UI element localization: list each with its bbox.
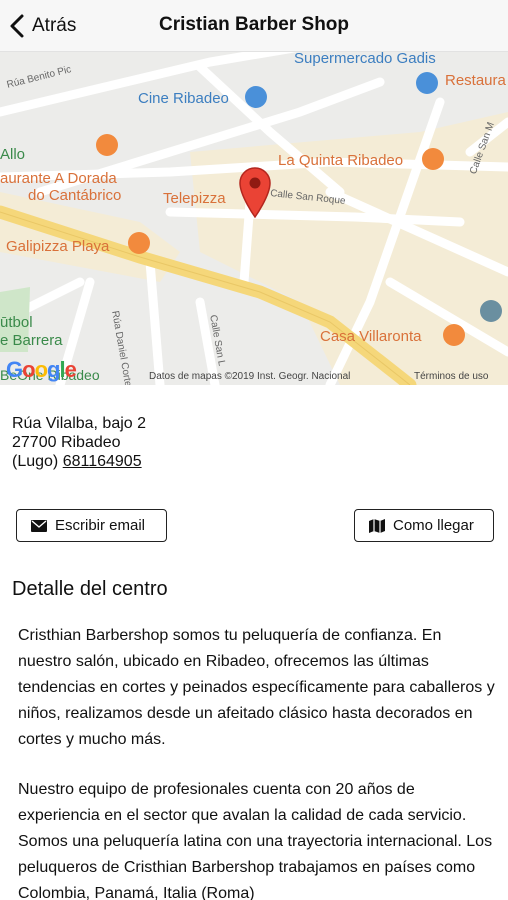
poi-label: e Barrera [0,332,63,349]
poi-label: Allo [0,146,26,163]
address-line-1: Rúa Vilalba, bajo 2 [12,415,147,432]
section-title: Detalle del centro [12,578,168,600]
phone-link[interactable]: 681164905 [63,453,142,470]
poi-label: aurante A Dorada [0,170,117,187]
map-icon [369,518,385,533]
location-pin-icon[interactable] [238,166,272,218]
restaurant-icon[interactable] [96,134,118,156]
address-line-2: 27700 Ribadeo [12,434,121,451]
envelope-icon [31,519,47,532]
directions-button[interactable]: Como llegar [354,509,494,542]
province: (Lugo) [12,453,59,470]
poi-label: Casa Villaronta [320,328,422,345]
poi-label: Supermercado Gadis [294,52,436,67]
google-logo: Google [6,357,77,382]
cinema-icon[interactable] [245,86,267,108]
address-block: Rúa Vilalba, bajo 2 27700 Ribadeo (Lugo)… [12,414,146,471]
poi-label: Cine Ribadeo [138,90,229,107]
directions-button-label: Como llegar [393,517,474,534]
poi-label: ūtbol [0,314,33,331]
poi-label: Restaura [445,72,506,89]
restaurant-icon[interactable] [128,232,150,254]
map-terms-link[interactable]: Términos de uso [414,371,488,382]
address-line-3: (Lugo) 681164905 [12,452,146,471]
poi-label: Telepizza [163,190,226,207]
map-attribution: Datos de mapas ©2019 Inst. Geogr. Nacion… [149,371,351,382]
location-map[interactable]: Rúa Benito Pic Calle San Roque Rúa Danie… [0,52,508,385]
restaurant-icon[interactable] [422,148,444,170]
poi-label: do Cantábrico [28,187,122,204]
email-button-label: Escribir email [55,517,146,534]
restaurant-icon[interactable] [443,324,465,346]
church-icon[interactable] [480,300,502,322]
poi-label: Galipizza Playa [6,238,110,255]
top-bar: Atrás Cristian Barber Shop [0,0,508,52]
description-paragraph: Nuestro equipo de profesionales cuenta c… [18,781,493,900]
poi-label: La Quinta Ribadeo [278,152,404,169]
email-button[interactable]: Escribir email [16,509,167,542]
page-title: Cristian Barber Shop [158,14,350,35]
description-paragraph: Cristhian Barbershop somos tu peluquería… [18,627,495,748]
shopping-cart-icon[interactable] [416,72,438,94]
